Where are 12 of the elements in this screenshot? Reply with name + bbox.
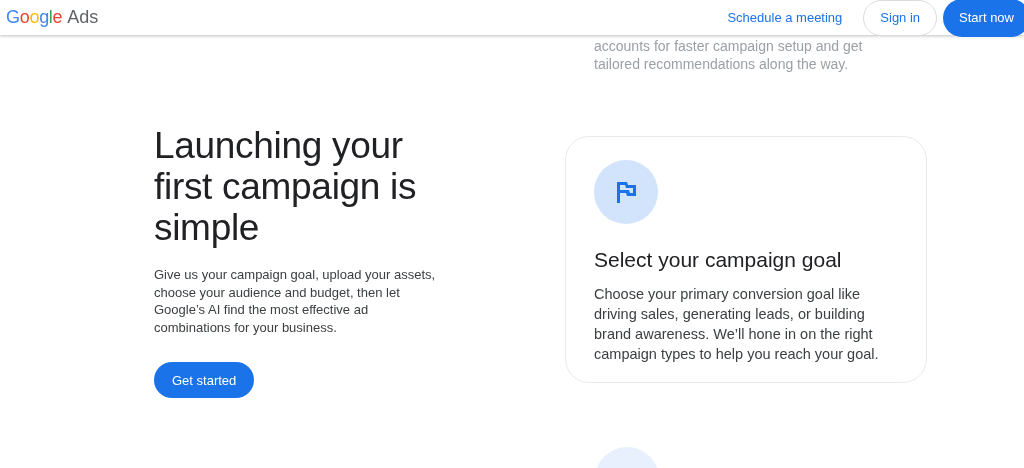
start-button[interactable]: Start now (943, 0, 1024, 37)
logo-brand[interactable]: Google (6, 7, 63, 28)
sign-in-button[interactable]: Sign in (863, 0, 938, 36)
get-started-button[interactable]: Get started (154, 362, 255, 398)
faded-text: tailored recommendations along the way. (594, 55, 850, 73)
schedule-link[interactable]: Schedule a meeting (712, 2, 858, 33)
section-description: Give us your campaign goal, upload your assets, choose your audience and budget, then let Google’s AI find the most effective ad combinations for your business. (154, 266, 437, 336)
card-title: Select your campaign goal (594, 247, 843, 273)
section-title: Launching your first campaign is simple (154, 125, 418, 248)
card-description: Choose your primary conversion goal like driving sales, generating leads, or building brand awareness. We’ll hone in on the right campaign types to help you reach your goal. (594, 285, 880, 364)
logo-product[interactable]: Ads (67, 7, 99, 28)
faded-text: accounts for faster campaign setup and get (594, 37, 864, 55)
